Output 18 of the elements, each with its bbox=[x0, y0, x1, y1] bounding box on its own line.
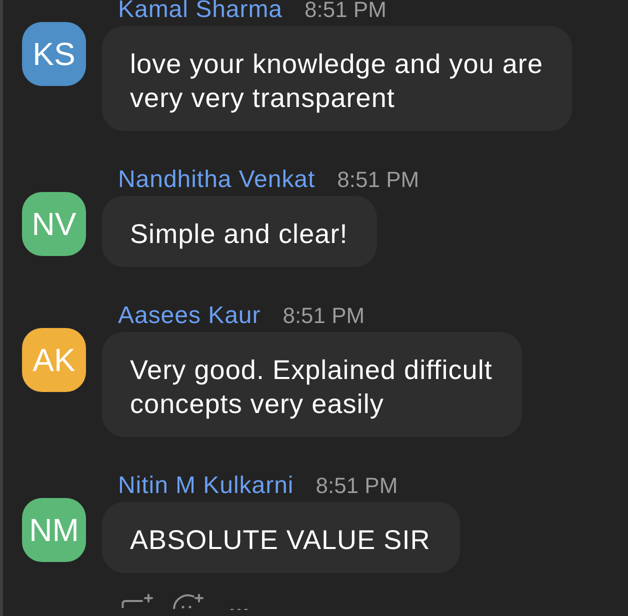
message-text: ABSOLUTE VALUE SIR bbox=[130, 525, 430, 555]
message-text: Very good. Explained difficult concepts very easily bbox=[130, 355, 492, 419]
avatar: KS bbox=[22, 22, 86, 86]
avatar: NM bbox=[22, 498, 86, 562]
more-icon[interactable] bbox=[229, 606, 249, 610]
message-time: 8:51 PM bbox=[316, 472, 398, 500]
sender-name[interactable]: Aasees Kaur bbox=[118, 302, 261, 330]
message-text: Simple and clear! bbox=[130, 219, 348, 249]
avatar: NV bbox=[22, 192, 86, 256]
speech-bubble-plus-icon[interactable] bbox=[121, 594, 153, 608]
smiley-plus-icon[interactable] bbox=[172, 594, 204, 609]
sender-name[interactable]: Nandhitha Venkat bbox=[118, 166, 316, 194]
message-time: 8:51 PM bbox=[282, 302, 365, 330]
avatar: AK bbox=[22, 328, 86, 392]
message-text: love your knowledge and you are very very transparent bbox=[130, 49, 543, 113]
message-time: 8:51 PM bbox=[304, 0, 386, 24]
sender-name[interactable]: Nitin M Kulkarni bbox=[118, 472, 294, 500]
message-time: 8:51 PM bbox=[337, 166, 420, 194]
